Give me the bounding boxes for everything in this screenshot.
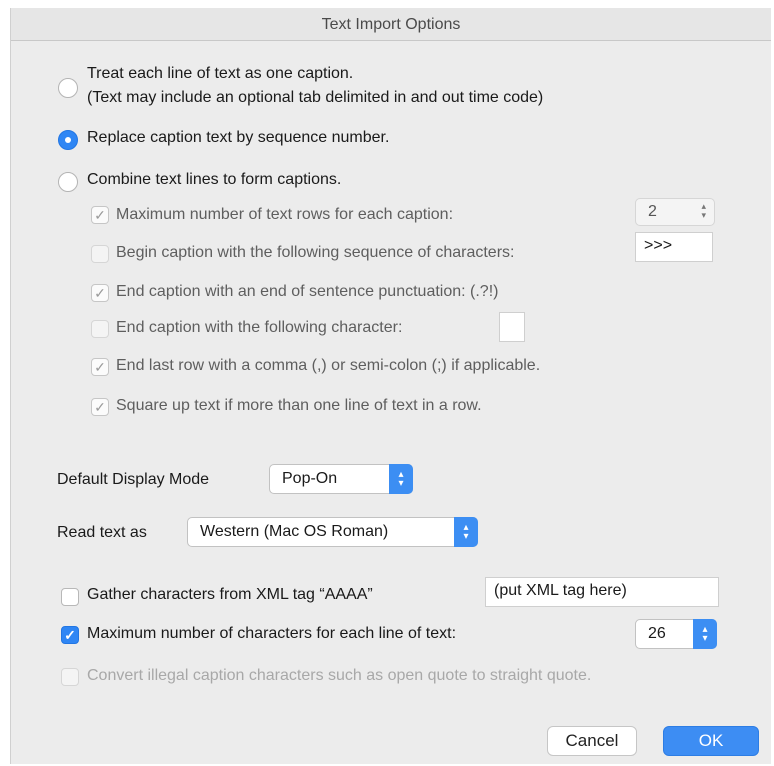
radio-sequence-number[interactable] (58, 130, 78, 150)
max-chars-value: 26 (648, 625, 666, 642)
radio-each-line-label: Treat each line of text as one caption. (87, 65, 354, 82)
end-char-checkbox[interactable] (91, 320, 109, 338)
max-chars-checkbox[interactable]: ✓ (61, 626, 79, 644)
end-punct-checkbox[interactable]: ✓ (91, 284, 109, 302)
updown-icon: ▴ ▾ (389, 464, 413, 494)
radio-each-line-sublabel: (Text may include an optional tab delimi… (87, 89, 544, 106)
radio-sequence-number-label: Replace caption text by sequence number. (87, 129, 390, 146)
display-mode-value: Pop-On (282, 470, 338, 487)
display-mode-label: Default Display Mode (57, 471, 210, 488)
end-last-row-checkbox[interactable]: ✓ (91, 358, 109, 376)
updown-icon: ▴ ▾ (454, 517, 478, 547)
convert-illegal-checkbox[interactable] (61, 668, 79, 686)
read-text-popup[interactable]: Western (Mac OS Roman) ▴ ▾ (187, 517, 478, 547)
max-rows-value: 2 (648, 203, 657, 220)
xml-tag-input[interactable]: (put XML tag here) (485, 577, 719, 607)
end-char-input[interactable] (499, 312, 525, 342)
max-chars-label: Maximum number of characters for each li… (87, 625, 457, 642)
end-char-label: End caption with the following character… (116, 319, 403, 336)
radio-combine-lines-label: Combine text lines to form captions. (87, 171, 342, 188)
display-mode-popup[interactable]: Pop-On ▴ ▾ (269, 464, 413, 494)
max-rows-checkbox[interactable]: ✓ (91, 206, 109, 224)
max-chars-stepper[interactable]: 26 ▴ ▾ (635, 619, 717, 649)
ok-button[interactable]: OK (663, 726, 759, 756)
title-bar: Text Import Options (11, 8, 771, 41)
max-rows-stepper[interactable]: 2 ▴ ▾ (635, 198, 715, 226)
dialog-window: Text Import Options Treat each line of t… (10, 8, 771, 764)
square-up-checkbox[interactable]: ✓ (91, 398, 109, 416)
square-up-label: Square up text if more than one line of … (116, 397, 482, 414)
convert-illegal-label: Convert illegal caption characters such … (87, 667, 592, 684)
end-last-row-label: End last row with a comma (,) or semi-co… (116, 357, 541, 374)
radio-each-line[interactable] (58, 78, 78, 98)
begin-seq-input[interactable]: >>> (635, 232, 713, 262)
begin-seq-checkbox[interactable] (91, 245, 109, 263)
max-rows-label: Maximum number of text rows for each cap… (116, 206, 454, 223)
begin-seq-label: Begin caption with the following sequenc… (116, 244, 515, 261)
end-punct-label: End caption with an end of sentence punc… (116, 283, 499, 300)
updown-icon: ▴ ▾ (693, 619, 717, 649)
updown-icon: ▴ ▾ (701, 201, 706, 220)
xml-gather-checkbox[interactable] (61, 588, 79, 606)
read-text-label: Read text as (57, 524, 147, 541)
read-text-value: Western (Mac OS Roman) (200, 523, 389, 540)
cancel-button[interactable]: Cancel (547, 726, 637, 756)
radio-combine-lines[interactable] (58, 172, 78, 192)
window-title: Text Import Options (321, 16, 461, 33)
xml-gather-label: Gather characters from XML tag “AAAA” (87, 586, 373, 603)
